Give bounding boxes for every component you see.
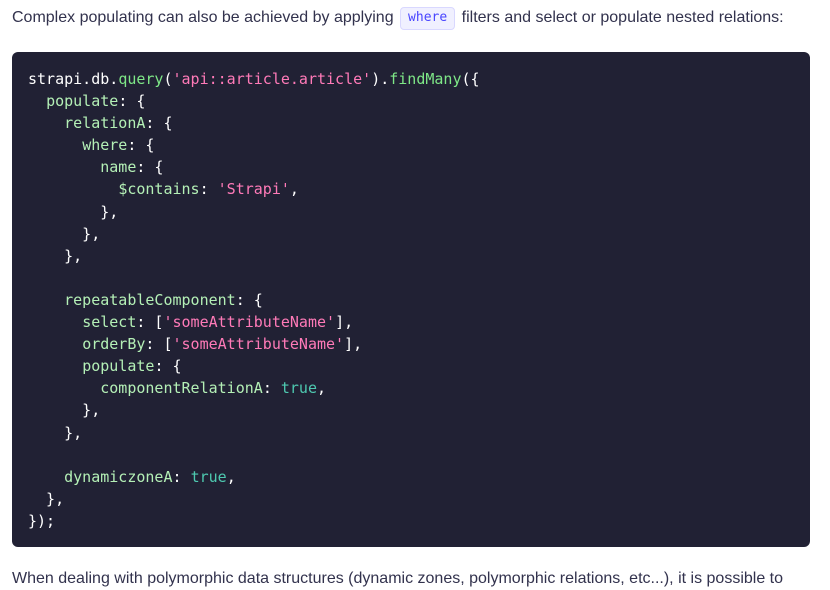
- code-line: $contains: 'Strapi',: [28, 178, 794, 200]
- code-text: : {: [154, 357, 182, 376]
- code-text: : {: [127, 136, 155, 155]
- code-string: 'someAttributeName': [172, 335, 345, 354]
- code-key: repeatableComponent: [64, 290, 236, 309]
- code-key: relationA: [64, 114, 146, 133]
- code-line: });: [28, 510, 794, 532]
- code-key: name: [100, 158, 137, 177]
- code-line: },: [28, 223, 794, 245]
- code-line: strapi.db.query('api::article.article').…: [28, 68, 794, 90]
- code-content: strapi.db.query('api::article.article').…: [28, 68, 794, 532]
- code-text: ],: [344, 335, 363, 354]
- code-text: : [: [145, 335, 173, 354]
- inline-code-where: where: [400, 7, 456, 30]
- code-line: name: {: [28, 156, 794, 178]
- code-text: ,: [289, 180, 299, 199]
- outro-paragraph: When dealing with polymorphic data struc…: [12, 568, 783, 590]
- code-line: },: [28, 488, 794, 510]
- code-boolean: true: [190, 467, 227, 486]
- code-text: :: [262, 379, 281, 398]
- code-text: ,: [317, 379, 327, 398]
- code-text: },: [28, 224, 101, 243]
- code-line: repeatableComponent: {: [28, 289, 794, 311]
- code-boolean: true: [280, 379, 317, 398]
- code-text: :: [172, 467, 191, 486]
- code-line: where: {: [28, 134, 794, 156]
- code-line: orderBy: ['someAttributeName'],: [28, 333, 794, 355]
- code-text: });: [28, 511, 56, 530]
- code-key: populate: [46, 92, 119, 111]
- code-text: ,: [226, 467, 236, 486]
- code-text: },: [28, 202, 119, 221]
- code-text: ],: [335, 313, 354, 332]
- code-text: : {: [145, 114, 173, 133]
- code-text: },: [28, 401, 101, 420]
- code-line: dynamiczoneA: true,: [28, 466, 794, 488]
- code-line: populate: {: [28, 90, 794, 112]
- code-line: },: [28, 422, 794, 444]
- code-text: : {: [235, 290, 263, 309]
- outro-text: When dealing with polymorphic data struc…: [12, 570, 784, 587]
- code-text: },: [28, 246, 83, 265]
- code-string: 'someAttributeName': [163, 313, 336, 332]
- code-text: :: [199, 180, 218, 199]
- code-text: },: [28, 423, 83, 442]
- code-function: query: [118, 70, 164, 88]
- code-line: componentRelationA: true,: [28, 377, 794, 399]
- code-line: },: [28, 201, 794, 223]
- code-text: },: [28, 489, 65, 508]
- code-string: 'Strapi': [217, 180, 290, 199]
- intro-text-after: filters and select or populate nested re…: [461, 9, 784, 26]
- code-line: },: [28, 399, 794, 421]
- code-key: where: [82, 136, 128, 155]
- code-key: componentRelationA: [100, 379, 263, 398]
- code-text: ).: [371, 70, 390, 88]
- code-text: : [: [136, 313, 164, 332]
- code-key: dynamiczoneA: [64, 467, 173, 486]
- code-text: (: [163, 70, 173, 88]
- code-text: ({: [461, 70, 480, 88]
- code-key: populate: [82, 357, 155, 376]
- intro-text-before: Complex populating can also be achieved …: [12, 9, 394, 26]
- intro-paragraph: Complex populating can also be achieved …: [12, 7, 784, 30]
- code-text: : {: [118, 92, 146, 111]
- code-block[interactable]: strapi.db.query('api::article.article').…: [12, 52, 810, 547]
- code-line: relationA: {: [28, 112, 794, 134]
- code-line: select: ['someAttributeName'],: [28, 311, 794, 333]
- code-line: populate: {: [28, 355, 794, 377]
- code-key: select: [82, 313, 137, 332]
- code-key: $contains: [118, 180, 200, 199]
- code-string: 'api::article.article': [172, 70, 372, 88]
- code-key: orderBy: [82, 335, 146, 354]
- code-text: : {: [136, 158, 164, 177]
- code-text: strapi.db.: [28, 70, 119, 88]
- code-function: findMany: [389, 70, 462, 88]
- code-line: },: [28, 245, 794, 267]
